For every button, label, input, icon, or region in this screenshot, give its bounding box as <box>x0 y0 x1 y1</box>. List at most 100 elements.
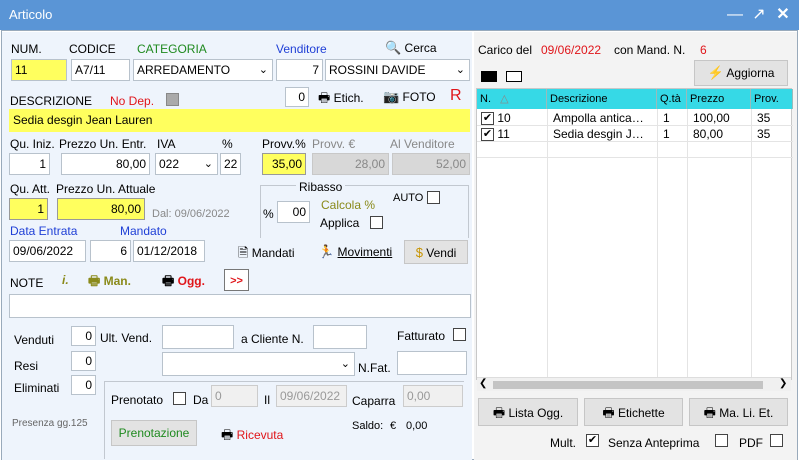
n-fat-input[interactable] <box>397 351 467 375</box>
categoria-label: CATEGORIA <box>137 42 207 56</box>
al-venditore-label: Al Venditore <box>390 137 455 151</box>
etich-button[interactable]: 🖶 Etich. <box>318 89 364 111</box>
ricevuta-button[interactable]: 🖶 Ricevuta <box>221 426 283 448</box>
scrollbar-thumb[interactable] <box>493 381 763 389</box>
venditore-select[interactable]: ROSSINI DAVIDE ⌄ <box>325 59 470 81</box>
etichette-button[interactable]: 🖶 Etichette <box>584 398 683 426</box>
cerca-button[interactable]: 🔍 Cerca <box>385 40 437 56</box>
saldo-value: 0,00 <box>406 420 428 432</box>
movimenti-button[interactable]: 🏃 Movimenti <box>318 244 392 260</box>
row-qta: 1 <box>663 127 670 141</box>
ma-li-et-button[interactable]: 🖶 Ma. Li. Et. <box>689 398 788 426</box>
column-header-descrizione[interactable]: Descrizione <box>547 89 657 109</box>
aggiorna-label: Aggiorna <box>726 66 775 80</box>
aggiorna-button[interactable]: ⚡ Aggiorna <box>694 60 788 86</box>
prezzo-un-entr-input[interactable]: 80,00 <box>61 153 150 175</box>
qu-att-input[interactable]: 1 <box>9 198 48 220</box>
auto-checkbox[interactable] <box>427 191 440 204</box>
resi-input[interactable]: 0 <box>71 351 96 371</box>
perc-input[interactable]: 22 <box>220 153 241 175</box>
prezzo-un-attuale-input[interactable]: 80,00 <box>57 198 145 220</box>
venduti-label: Venduti <box>14 333 55 347</box>
etich-count-input[interactable]: 0 <box>285 87 309 107</box>
row-prov: 35 <box>757 127 771 141</box>
data-entrata-label: Data Entrata <box>10 224 78 238</box>
mandato-num-input[interactable]: 6 <box>90 240 131 262</box>
n-fat-label: N.Fat. <box>358 361 391 375</box>
select-all-icon[interactable] <box>481 71 497 82</box>
column-header-prezzo[interactable]: Prezzo <box>687 89 751 109</box>
note-info-button[interactable]: i. <box>62 273 69 287</box>
scroll-left-icon[interactable]: ❮ <box>479 378 487 389</box>
senza-anteprima-checkbox[interactable] <box>715 434 728 447</box>
r-indicator[interactable]: R <box>450 87 462 105</box>
items-grid: N. △ Descrizione Q.tà Prezzo Prov. ✔ 10 … <box>476 88 793 391</box>
row-checkbox[interactable]: ✔ <box>481 128 494 142</box>
a-cliente-input[interactable] <box>313 325 367 349</box>
qu-att-label: Qu. Att. <box>10 182 51 196</box>
table-row[interactable]: ✔ 10 <box>477 110 547 126</box>
column-header-prov[interactable]: Prov. <box>751 89 793 109</box>
chevron-down-icon: ⌄ <box>258 64 268 76</box>
descrizione-input[interactable]: Sedia desgin Jean Lauren <box>9 109 470 132</box>
calcola-perc-label[interactable]: Calcola % <box>321 198 375 212</box>
ogg-button[interactable]: 🖶 Ogg. <box>162 272 205 294</box>
fatturato-checkbox[interactable] <box>453 328 466 341</box>
prenotato-checkbox[interactable] <box>173 392 186 405</box>
mandati-button[interactable]: 🗎 Mandati <box>238 244 295 266</box>
num-input[interactable]: 11 <box>11 59 67 81</box>
codice-input[interactable]: A7/11 <box>71 59 130 81</box>
scroll-right-icon[interactable]: ❯ <box>779 378 787 389</box>
eliminati-input[interactable]: 0 <box>71 375 96 395</box>
mandati-label: Mandati <box>251 246 295 260</box>
venditore-label: Venditore <box>276 42 327 56</box>
prezzo-un-entr-label: Prezzo Un. Entr. <box>59 137 147 151</box>
lista-ogg-button[interactable]: 🖶 Lista Ogg. <box>478 398 578 426</box>
prenotazione-button[interactable]: Prenotazione <box>111 420 197 446</box>
horizontal-scrollbar[interactable]: ❮ ❯ <box>477 377 791 391</box>
movimenti-label: Movimenti <box>337 245 393 259</box>
carico-date: 09/06/2022 <box>541 43 602 57</box>
vendi-button[interactable]: $ Vendi <box>404 240 468 264</box>
column-header-qta[interactable]: Q.tà <box>657 89 687 109</box>
table-row[interactable]: ✔ 11 <box>477 126 547 142</box>
iva-select[interactable]: 022 ⌄ <box>155 153 218 175</box>
ult-vend-input[interactable] <box>162 325 234 349</box>
no-dep-checkbox[interactable] <box>166 93 179 106</box>
note-input[interactable] <box>9 294 471 318</box>
foto-button[interactable]: 📷 FOTO <box>383 89 436 105</box>
mult-checkbox[interactable]: ✔ <box>586 434 599 447</box>
minimize-icon[interactable]: — <box>724 4 746 26</box>
close-icon[interactable]: ✕ <box>772 4 794 26</box>
categoria-select[interactable]: ARREDAMENTO ⌄ <box>133 59 273 81</box>
lightning-icon: ⚡ <box>707 65 724 80</box>
saldo-euro-symbol: € <box>390 420 397 432</box>
deselect-all-icon[interactable] <box>506 71 522 82</box>
caparra-input[interactable]: 0,00 <box>403 385 463 407</box>
ribasso-input[interactable]: 00 <box>277 201 310 223</box>
note-label: NOTE <box>10 276 44 290</box>
pdf-checkbox[interactable] <box>770 434 783 447</box>
row-descrizione: Ampolla antica… <box>553 111 644 125</box>
document-icon: 🗎 <box>238 245 249 260</box>
provv-perc-input[interactable]: 35,00 <box>262 153 306 175</box>
mand-num: 6 <box>700 43 707 57</box>
venduti-input[interactable]: 0 <box>71 326 96 346</box>
man-button[interactable]: 🖶 Man. <box>88 272 131 294</box>
iva-value: 022 <box>159 157 180 171</box>
resi-label: Resi <box>14 359 39 373</box>
il-input[interactable]: 09/06/2022 <box>276 385 347 407</box>
venditore-num-input[interactable]: 7 <box>276 59 323 81</box>
qu-iniz-input[interactable]: 1 <box>9 153 50 175</box>
maximize-icon[interactable]: ↗ <box>748 4 770 26</box>
da-input[interactable]: 0 <box>211 385 258 407</box>
applica-label: Applica <box>320 216 360 230</box>
next-button[interactable]: >> <box>224 269 249 291</box>
applica-checkbox[interactable] <box>370 216 383 229</box>
cliente-select[interactable]: ⌄ <box>162 352 355 376</box>
data-entrata-input[interactable]: 09/06/2022 <box>9 240 86 262</box>
perc-label: % <box>222 137 233 151</box>
column-header-n[interactable]: N. △ <box>477 89 547 109</box>
row-checkbox[interactable]: ✔ <box>481 112 494 126</box>
mandato-date-input[interactable]: 01/12/2018 <box>133 240 205 262</box>
